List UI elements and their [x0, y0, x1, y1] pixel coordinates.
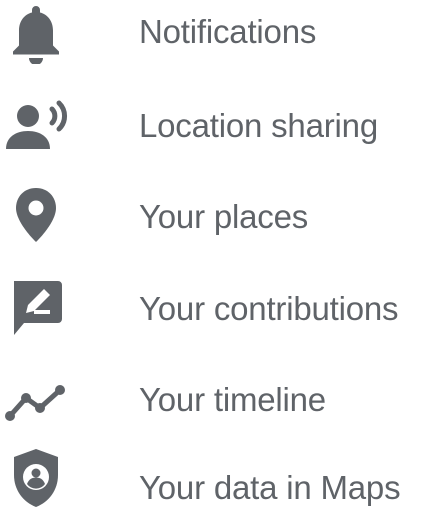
- menu-item-label: Your contributions: [139, 290, 399, 327]
- menu-item-your-places[interactable]: Your places: [0, 175, 446, 255]
- menu-item-label: Your data in Maps: [139, 469, 401, 506]
- bell-icon: [0, 2, 72, 66]
- menu-item-your-contributions[interactable]: Your contributions: [0, 268, 446, 348]
- location-sharing-icon: [0, 94, 72, 158]
- contributions-icon: [0, 276, 72, 340]
- menu-item-notifications[interactable]: Notifications: [0, 0, 446, 80]
- timeline-icon: [0, 372, 72, 436]
- place-pin-icon: [0, 183, 72, 247]
- menu-item-your-data-in-maps[interactable]: Your data in Maps: [0, 440, 446, 520]
- menu-item-label: Your places: [139, 198, 309, 235]
- side-menu: Notifications Location sharing Your plac…: [0, 0, 446, 517]
- menu-item-label: Notifications: [139, 13, 317, 50]
- data-shield-icon: [0, 446, 72, 510]
- menu-item-label: Your timeline: [139, 381, 326, 418]
- menu-item-your-timeline[interactable]: Your timeline: [0, 360, 446, 440]
- menu-item-label: Location sharing: [139, 107, 378, 144]
- menu-item-location-sharing[interactable]: Location sharing: [0, 88, 446, 168]
